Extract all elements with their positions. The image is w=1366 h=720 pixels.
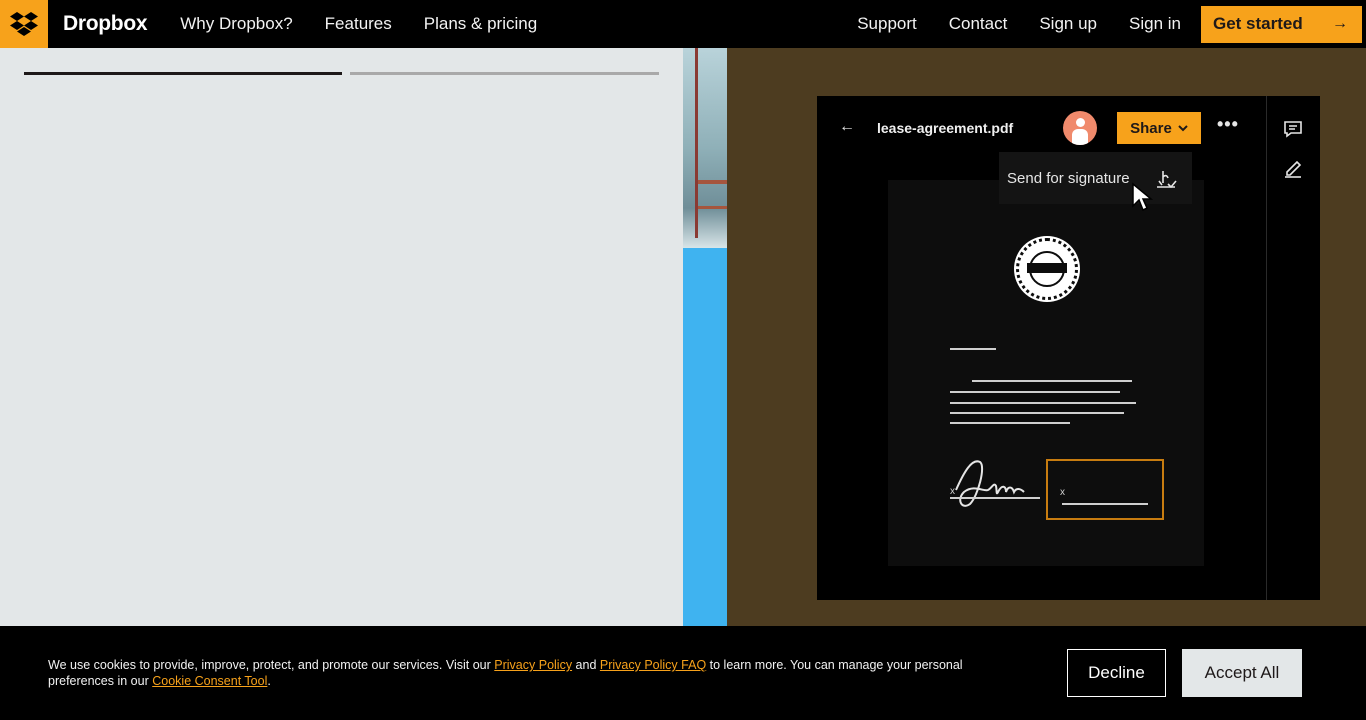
building-photo	[683, 48, 727, 248]
comment-icon	[1283, 120, 1303, 143]
chevron-down-icon	[1178, 124, 1188, 131]
more-horizontal-icon: •••	[1217, 114, 1239, 134]
avatar	[1063, 111, 1097, 145]
share-label: Share	[1130, 119, 1172, 137]
arrow-left-icon: ←	[839, 118, 855, 135]
nav-link-sign-up[interactable]: Sign up	[1039, 14, 1097, 34]
mouse-cursor-icon	[1132, 182, 1154, 212]
share-dropdown-menu: Send for signature	[999, 152, 1192, 204]
decline-button[interactable]: Decline	[1067, 649, 1166, 697]
nav-link-sign-in[interactable]: Sign in	[1129, 14, 1181, 34]
cookie-text-part: .	[267, 674, 271, 688]
hero-image-strip	[683, 48, 727, 626]
photo-railing	[698, 206, 727, 209]
carousel-progress-segment[interactable]	[350, 72, 659, 75]
hero-right-panel: ← lease-agreement.pdf Share ••• x x Send…	[727, 48, 1366, 626]
app-preview-window: ← lease-agreement.pdf Share ••• x x Send…	[817, 96, 1320, 600]
file-name: lease-agreement.pdf	[877, 120, 1014, 136]
get-started-label: Get started	[1213, 14, 1303, 33]
cookie-text-part: We use cookies to provide, improve, prot…	[48, 658, 495, 672]
hero-left-panel	[0, 48, 683, 626]
sidebar-divider	[1266, 96, 1267, 600]
accept-all-button[interactable]: Accept All	[1182, 649, 1302, 697]
doc-text-line	[950, 412, 1124, 414]
get-started-button[interactable]: Get started →	[1201, 5, 1362, 43]
cookie-banner: We use cookies to provide, improve, prot…	[0, 626, 1366, 720]
arrow-right-icon: →	[1332, 15, 1348, 32]
doc-text-line	[950, 422, 1070, 424]
doc-heading-line	[950, 348, 996, 350]
privacy-policy-faq-link[interactable]: Privacy Policy FAQ	[600, 658, 706, 672]
send-for-signature-item: Send for signature	[1007, 169, 1130, 187]
dropbox-logo-icon[interactable]	[0, 0, 48, 48]
privacy-policy-link[interactable]: Privacy Policy	[494, 658, 572, 672]
pencil-icon	[1283, 158, 1303, 183]
signature-field: x	[1046, 459, 1164, 520]
photo-railing	[698, 180, 727, 184]
seal-emblem	[1016, 238, 1078, 300]
nav-link-plans-pricing[interactable]: Plans & pricing	[424, 14, 537, 34]
nav-link-support[interactable]: Support	[857, 14, 917, 34]
carousel-progress-segment-active[interactable]	[24, 72, 342, 75]
doc-text-line	[972, 380, 1132, 382]
signature-x-mark: x	[1060, 487, 1065, 498]
doc-text-line	[950, 402, 1136, 404]
cookie-message: We use cookies to provide, improve, prot…	[48, 657, 998, 689]
brand-name[interactable]: Dropbox	[63, 12, 148, 36]
signature-icon	[1157, 171, 1177, 189]
share-button: Share	[1117, 112, 1201, 144]
nav-link-why-dropbox[interactable]: Why Dropbox?	[180, 14, 292, 34]
document-page: x x	[888, 180, 1204, 566]
photo-pillar	[695, 48, 698, 238]
cookie-text-part: and	[572, 658, 600, 672]
cookie-consent-tool-link[interactable]: Cookie Consent Tool	[152, 674, 267, 688]
nav-link-features[interactable]: Features	[325, 14, 392, 34]
handwritten-signature	[950, 460, 1040, 507]
nav-link-contact[interactable]: Contact	[949, 14, 1008, 34]
top-nav: Dropbox Why Dropbox? Features Plans & pr…	[0, 0, 1366, 48]
doc-text-line	[950, 391, 1120, 393]
